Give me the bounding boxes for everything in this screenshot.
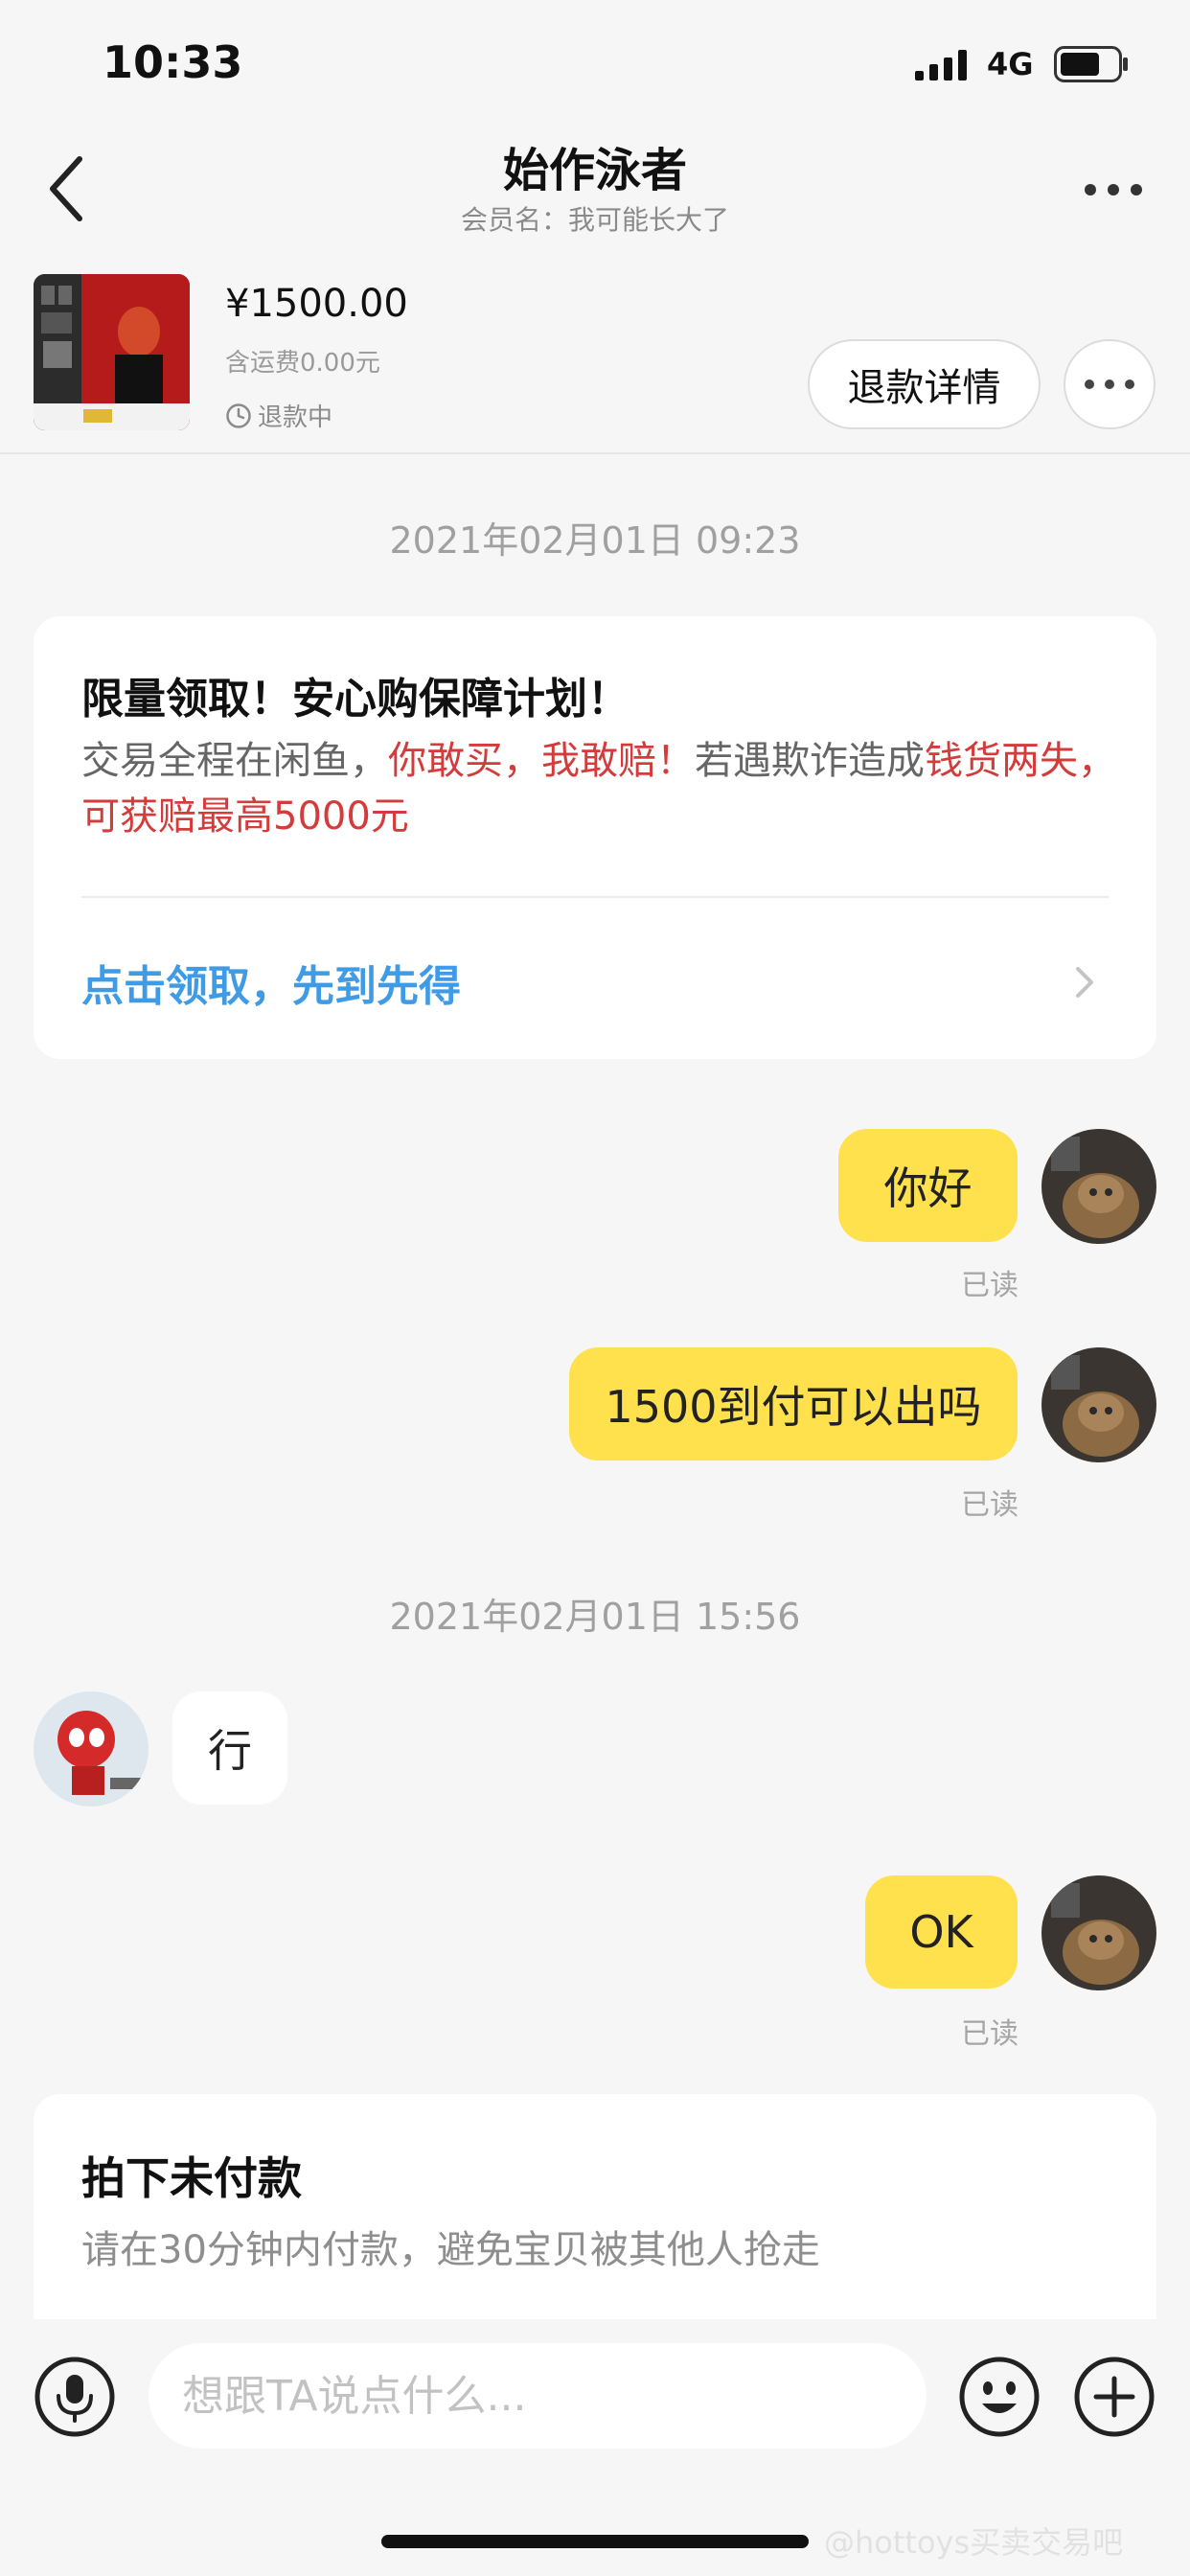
promo-divider bbox=[81, 896, 1109, 898]
product-price: ¥1500.00 bbox=[225, 282, 408, 326]
read-receipt: 已读 bbox=[961, 2017, 1018, 2051]
chat-title: 始作泳者 bbox=[502, 144, 687, 197]
message-bubble-received[interactable]: 行 bbox=[172, 1691, 287, 1805]
read-receipt: 已读 bbox=[961, 1269, 1018, 1302]
message-input[interactable] bbox=[149, 2343, 927, 2449]
refund-status: 退款中 bbox=[225, 398, 332, 433]
read-receipt: 已读 bbox=[961, 1488, 1018, 1522]
promo-title: 限量领取！安心购保障计划！ bbox=[81, 675, 629, 724]
header-divider bbox=[0, 452, 1190, 454]
chevron-right-icon bbox=[1076, 967, 1093, 998]
order-title: 拍下未付款 bbox=[81, 2152, 302, 2204]
promo-body: 交易全程在闲鱼，你敢买，我敢赔！若遇欺诈造成钱货两失，可获赔最高5000元 bbox=[81, 739, 1116, 839]
microphone-icon[interactable] bbox=[34, 2356, 116, 2438]
member-name: 会员名：我可能长大了 bbox=[460, 204, 729, 236]
timestamp: 2021年02月01日 15:56 bbox=[389, 1596, 801, 1638]
product-thumbnail[interactable] bbox=[34, 274, 190, 430]
promo-card[interactable]: 限量领取！安心购保障计划！ 交易全程在闲鱼，你敢买，我敢赔！若遇欺诈造成钱货两失… bbox=[34, 616, 1156, 1059]
battery-icon bbox=[1054, 46, 1128, 82]
refund-status-label: 退款中 bbox=[258, 403, 333, 432]
more-icon[interactable] bbox=[1083, 182, 1144, 197]
message-bubble-sent[interactable]: OK bbox=[865, 1875, 1018, 1989]
order-subtitle: 请在30分钟内付款，避免宝贝被其他人抢走 bbox=[81, 2228, 820, 2272]
home-indicator bbox=[381, 2535, 809, 2548]
promo-claim-link[interactable]: 点击领取，先到先得 bbox=[81, 952, 461, 1013]
emoji-icon[interactable] bbox=[958, 2356, 1041, 2438]
more-dots-icon bbox=[1085, 380, 1134, 389]
avatar-self[interactable] bbox=[1041, 1129, 1156, 1244]
refund-detail-button[interactable]: 退款详情 bbox=[808, 339, 1041, 429]
message-bubble-sent[interactable]: 1500到付可以出吗 bbox=[569, 1347, 1018, 1460]
signal-icon bbox=[915, 50, 967, 80]
avatar-self[interactable] bbox=[1041, 1875, 1156, 1990]
plus-icon[interactable] bbox=[1073, 2356, 1156, 2438]
order-status-card[interactable]: 拍下未付款 请在30分钟内付款，避免宝贝被其他人抢走 bbox=[34, 2094, 1156, 2324]
avatar-self[interactable] bbox=[1041, 1347, 1156, 1462]
clock-icon bbox=[226, 402, 251, 428]
watermark: @hottoys买卖交易吧 bbox=[824, 2524, 1124, 2561]
message-bubble-sent[interactable]: 你好 bbox=[838, 1129, 1018, 1242]
status-time: 10:33 bbox=[103, 36, 243, 88]
avatar-other[interactable] bbox=[34, 1691, 149, 1806]
timestamp: 2021年02月01日 09:23 bbox=[389, 519, 801, 562]
network-label: 4G bbox=[987, 46, 1034, 82]
product-more-button[interactable] bbox=[1064, 339, 1156, 429]
shipping-fee: 含运费0.00元 bbox=[225, 349, 380, 378]
